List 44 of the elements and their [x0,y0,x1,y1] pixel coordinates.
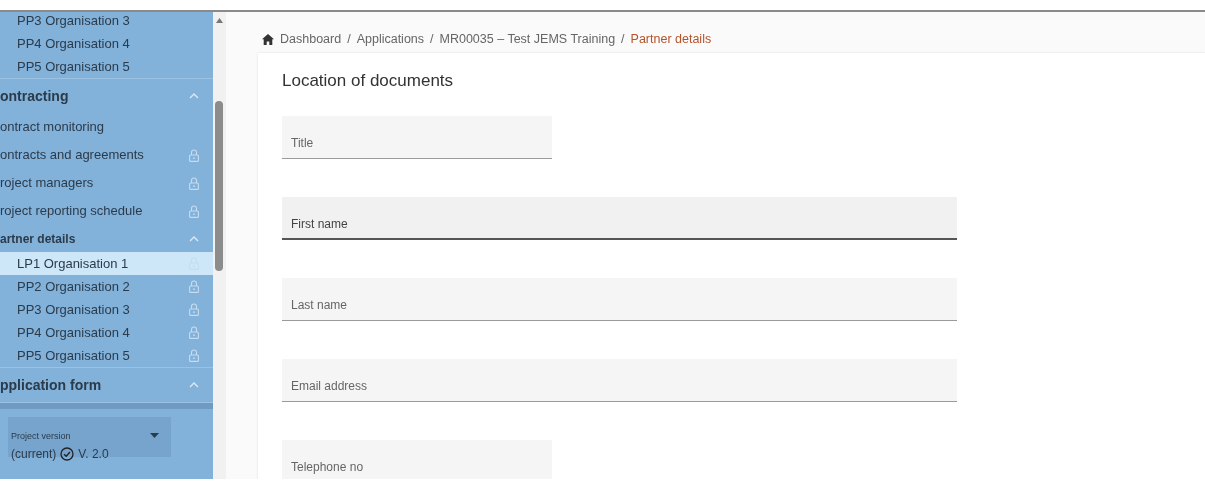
text-field[interactable]: First name [282,197,957,241]
chevron-icon[interactable] [189,92,199,100]
text-field[interactable]: Last name [282,278,957,322]
subsection-header[interactable]: artner details [0,225,213,252]
nav-item[interactable]: roject managers [0,169,213,197]
nav-item[interactable]: PP2 Organisation 2 [0,275,213,298]
section-header[interactable]: ontracting [0,79,213,113]
text-field[interactable]: Telephone no [282,440,552,479]
nav-item[interactable]: ontract monitoring [0,113,213,141]
lock-icon [189,148,199,162]
lock-icon [189,349,199,362]
lock-icon [189,176,199,190]
scroll-up-icon[interactable] [216,18,223,23]
nav-item[interactable]: PP5 Organisation 5 [0,344,213,367]
nav-item[interactable]: PP4 Organisation 4 [0,321,213,344]
chevron-icon[interactable] [189,234,199,243]
text-field[interactable]: Title [282,116,552,160]
breadcrumb-link[interactable]: Dashboard [280,29,342,49]
text-field[interactable]: Email address [282,359,957,403]
nav-item[interactable]: PP4 Organisation 4 [0,32,213,55]
home-icon[interactable] [262,33,274,45]
nav-item[interactable]: roject reporting schedule [0,197,213,225]
nav-item[interactable]: PP5 Organisation 5 [0,55,213,78]
dropdown-caret-icon [150,433,159,438]
breadcrumb-separator: / [430,30,434,48]
chevron-icon[interactable] [189,381,199,389]
breadcrumb-link[interactable]: Applications [356,29,425,49]
nav-item[interactable]: PP3 Organisation 3 [0,12,213,32]
lock-icon [189,303,199,316]
scrollbar-thumb[interactable] [215,101,223,271]
scrollbar[interactable] [213,12,226,479]
lock-icon [189,280,199,293]
lock-icon [189,204,199,218]
breadcrumb-link[interactable]: MR00035 – Test JEMS Training [439,29,616,49]
nav-item[interactable]: PP3 Organisation 3 [0,298,213,321]
breadcrumb-separator: / [347,30,351,48]
nav-item[interactable]: ontracts and agreements [0,141,213,169]
nav-item[interactable]: LP1 Organisation 1 [0,252,213,275]
field-label: Project version [11,430,71,443]
check-circle-icon [60,446,75,461]
lock-icon [189,326,199,339]
section-title: Location of documents [282,71,455,92]
section-header[interactable]: pplication form [0,368,213,402]
breadcrumb-separator: / [621,30,625,48]
